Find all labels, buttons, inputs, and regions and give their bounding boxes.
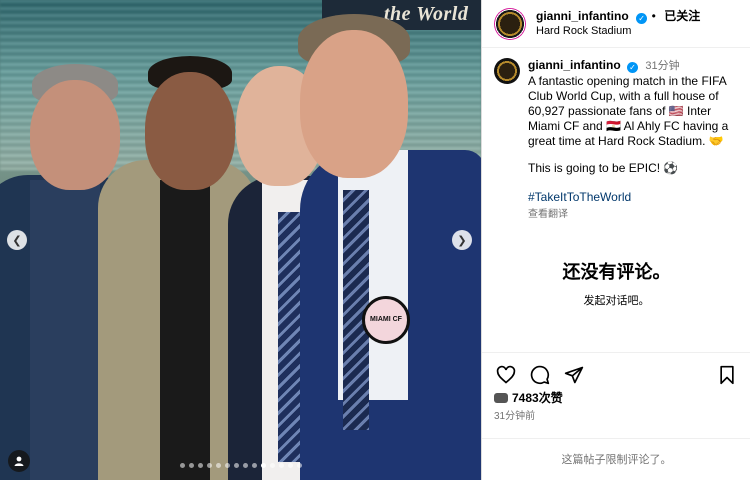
caption-avatar[interactable]	[494, 58, 520, 84]
send-icon	[564, 366, 584, 383]
like-count[interactable]: 7483次赞	[494, 389, 563, 406]
following-button[interactable]: 已关注	[664, 9, 700, 23]
post-photo[interactable]: the World MIAMI CF ❮ ❯	[0, 0, 481, 480]
comment-button[interactable]	[528, 363, 552, 387]
avatar[interactable]	[494, 7, 526, 40]
carousel-dot[interactable]	[180, 463, 185, 468]
previous-photo-button[interactable]: ❮	[7, 230, 27, 250]
see-translation-link[interactable]: 查看翻译	[528, 207, 740, 222]
carousel-dot[interactable]	[198, 463, 203, 468]
verified-badge-icon: ✓	[636, 13, 648, 24]
caption-time: 31分钟	[645, 60, 680, 72]
chevron-left-icon: ❮	[12, 234, 22, 247]
like-count-text: 7483次赞	[512, 391, 563, 405]
comments-limited-notice: 这篇帖子限制评论了。	[482, 438, 750, 480]
next-photo-button[interactable]: ❯	[452, 230, 472, 250]
caption-username[interactable]: gianni_infantino	[528, 58, 621, 72]
share-button[interactable]	[562, 363, 586, 387]
carousel-dot[interactable]	[216, 463, 221, 468]
no-comments-subtitle: 发起对话吧。	[583, 295, 650, 307]
caption: gianni_infantino ✓ 31分钟 A fantastic open…	[482, 48, 750, 222]
chevron-right-icon: ❯	[457, 234, 467, 247]
save-button[interactable]	[715, 363, 739, 387]
carousel-dot[interactable]	[225, 463, 230, 468]
no-comments: 还没有评论。 发起对话吧。	[482, 258, 750, 308]
carousel-dot[interactable]	[252, 463, 257, 468]
carousel-dot[interactable]	[261, 463, 266, 468]
post-timestamp: 31分钟前	[494, 411, 536, 422]
tagged-users-button[interactable]	[8, 450, 30, 472]
like-button[interactable]	[494, 363, 518, 387]
caption-text: A fantastic opening match in the FIFA Cl…	[528, 74, 732, 148]
carousel-dot[interactable]	[189, 463, 194, 468]
post-side-panel: gianni_infantino ✓ • 已关注 Hard Rock Stadi…	[481, 0, 750, 480]
carousel-dot[interactable]	[270, 463, 275, 468]
bookmark-icon	[720, 365, 734, 384]
caption-text-2: This is going to be EPIC! ⚽	[528, 161, 679, 175]
heart-icon	[496, 365, 516, 384]
carousel-dot[interactable]	[288, 463, 293, 468]
carousel-dots	[180, 463, 302, 468]
carousel-dot[interactable]	[243, 463, 248, 468]
carousel-dot[interactable]	[297, 463, 302, 468]
location-link[interactable]: Hard Rock Stadium	[536, 24, 700, 39]
hashtag-link[interactable]: #TakeItToTheWorld	[528, 190, 740, 205]
comment-icon	[530, 365, 550, 384]
carousel-dot[interactable]	[207, 463, 212, 468]
post-header: gianni_infantino ✓ • 已关注 Hard Rock Stadi…	[482, 0, 750, 48]
person-icon	[14, 456, 24, 466]
header-username[interactable]: gianni_infantino	[536, 9, 629, 23]
liker-avatars-icon	[494, 392, 508, 403]
separator-dot: •	[651, 9, 656, 23]
carousel-dot[interactable]	[234, 463, 239, 468]
club-crest: MIAMI CF	[362, 296, 410, 344]
verified-badge-icon: ✓	[627, 62, 639, 73]
carousel-dot[interactable]	[279, 463, 284, 468]
no-comments-title: 还没有评论。	[562, 262, 671, 282]
